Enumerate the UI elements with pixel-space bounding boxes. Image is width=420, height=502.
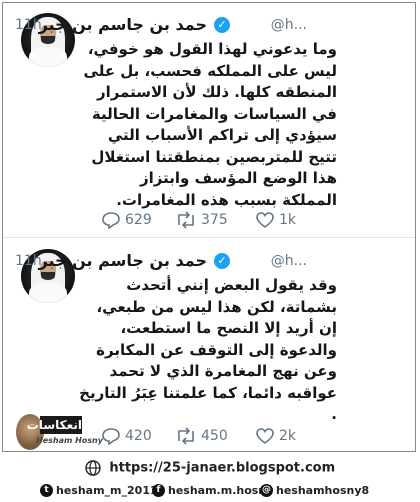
- text-line: إن أريد إلا النصح ما استطعت،: [120, 319, 337, 337]
- reply-count: 420: [125, 428, 152, 444]
- text-line: المملكة بسبب هذه المغامرات.: [116, 190, 337, 209]
- tweet-card[interactable]: حمد بن جاسم بن جبر ✓ @h... 11h وما يدعون…: [3, 3, 415, 235]
- text-line: عواقبه دائما، كما علمتنا عِبَرُ التاريخ: [79, 383, 337, 402]
- like-button[interactable]: 1k: [255, 209, 296, 231]
- like-button[interactable]: 2k: [255, 425, 296, 447]
- footer-social-links: t hesham_m_2011 f hesham.m.hosny @ hesha…: [6, 484, 416, 500]
- social-link-twitter[interactable]: t hesham_m_2011: [40, 484, 158, 497]
- reply-icon: [102, 212, 120, 229]
- author-handle[interactable]: @h...: [271, 253, 307, 269]
- text-line: والدعوة إلى التوقف عن المكابرة: [96, 340, 337, 359]
- heart-icon: [256, 212, 274, 229]
- text-line: وعن نهج المغامرة الذي لا تحمد: [109, 362, 337, 380]
- text-line: ليس على المملكه فحسب، بل على: [83, 61, 337, 80]
- facebook-icon: f: [152, 484, 165, 497]
- tweet-header: حمد بن جاسم بن جبر ✓ @h... 11h: [9, 15, 337, 37]
- retweet-count: 450: [201, 428, 228, 444]
- threads-icon: @: [260, 484, 273, 497]
- twitter-icon: t: [40, 484, 53, 497]
- text-line: هذا الوضع المؤسف وابتزاز: [140, 169, 337, 187]
- social-link-facebook[interactable]: f hesham.m.hosny: [152, 484, 273, 497]
- social-label: hesham_m_2011: [56, 484, 158, 497]
- text-line: وما يدعوني لهذا القول هو خوفي،: [87, 40, 337, 58]
- social-label: heshamhosny8: [276, 484, 370, 497]
- footer-website[interactable]: https://25-janaer.blogspot.com: [0, 460, 420, 476]
- like-count: 2k: [279, 428, 297, 444]
- text-line: سيؤدي إلى تراكم الأسباب التي: [107, 126, 337, 144]
- text-line: المنطقه كلها. ذلك لأن الاستمرار: [96, 83, 337, 101]
- text-line: تتيح للمتربصين بمنطقتنا استغلال: [91, 147, 337, 166]
- watermark-title: انعكاسات: [26, 416, 82, 434]
- tweet-time[interactable]: 11h: [15, 253, 42, 269]
- website-url[interactable]: https://25-janaer.blogspot.com: [109, 461, 335, 476]
- social-label: hesham.m.hosny: [168, 484, 274, 497]
- author-handle[interactable]: @h...: [271, 17, 307, 33]
- heart-icon: [256, 428, 274, 445]
- globe-icon: [85, 460, 101, 476]
- verified-badge-icon: ✓: [214, 17, 230, 33]
- tweet-text: وما يدعوني لهذا القول هو خوفي، ليس على ا…: [17, 39, 337, 211]
- tweet-header: حمد بن جاسم بن جبر ✓ @h... 11h: [9, 251, 337, 273]
- tweet-divider: [3, 237, 415, 238]
- author-name[interactable]: حمد بن جاسم بن جبر: [39, 251, 207, 270]
- like-count: 1k: [279, 212, 297, 228]
- tweet-actions: 629 375 1k: [3, 209, 415, 231]
- retweet-icon: [178, 211, 194, 229]
- reply-button[interactable]: 629: [101, 209, 152, 231]
- retweet-count: 375: [201, 212, 228, 228]
- retweet-button[interactable]: 450: [175, 425, 228, 447]
- retweet-button[interactable]: 375: [175, 209, 228, 231]
- text-line: بشماتة، لكن هذا ليس من طبعي،: [96, 297, 337, 316]
- tweet-text: وقد يقول البعض إنني أتحدث بشماتة، لكن هذ…: [17, 275, 337, 426]
- watermark-name: Hesham Hosny: [36, 436, 103, 445]
- tweet-time[interactable]: 11h: [15, 17, 42, 33]
- watermark-logo: انعكاسات Hesham Hosny: [16, 414, 103, 452]
- reply-count: 629: [125, 212, 152, 228]
- text-line: وقد يقول البعض إنني أتحدث: [126, 276, 337, 294]
- author-name[interactable]: حمد بن جاسم بن جبر: [39, 15, 207, 34]
- social-link-threads[interactable]: @ heshamhosny8: [260, 484, 369, 497]
- retweet-icon: [178, 427, 194, 445]
- reply-icon: [102, 428, 120, 445]
- reply-button[interactable]: 420: [101, 425, 152, 447]
- text-line: في السياسات والمغامرات الحالية: [91, 104, 337, 123]
- tweet-screenshot-frame: حمد بن جاسم بن جبر ✓ @h... 11h وما يدعون…: [2, 2, 416, 452]
- verified-badge-icon: ✓: [214, 253, 230, 269]
